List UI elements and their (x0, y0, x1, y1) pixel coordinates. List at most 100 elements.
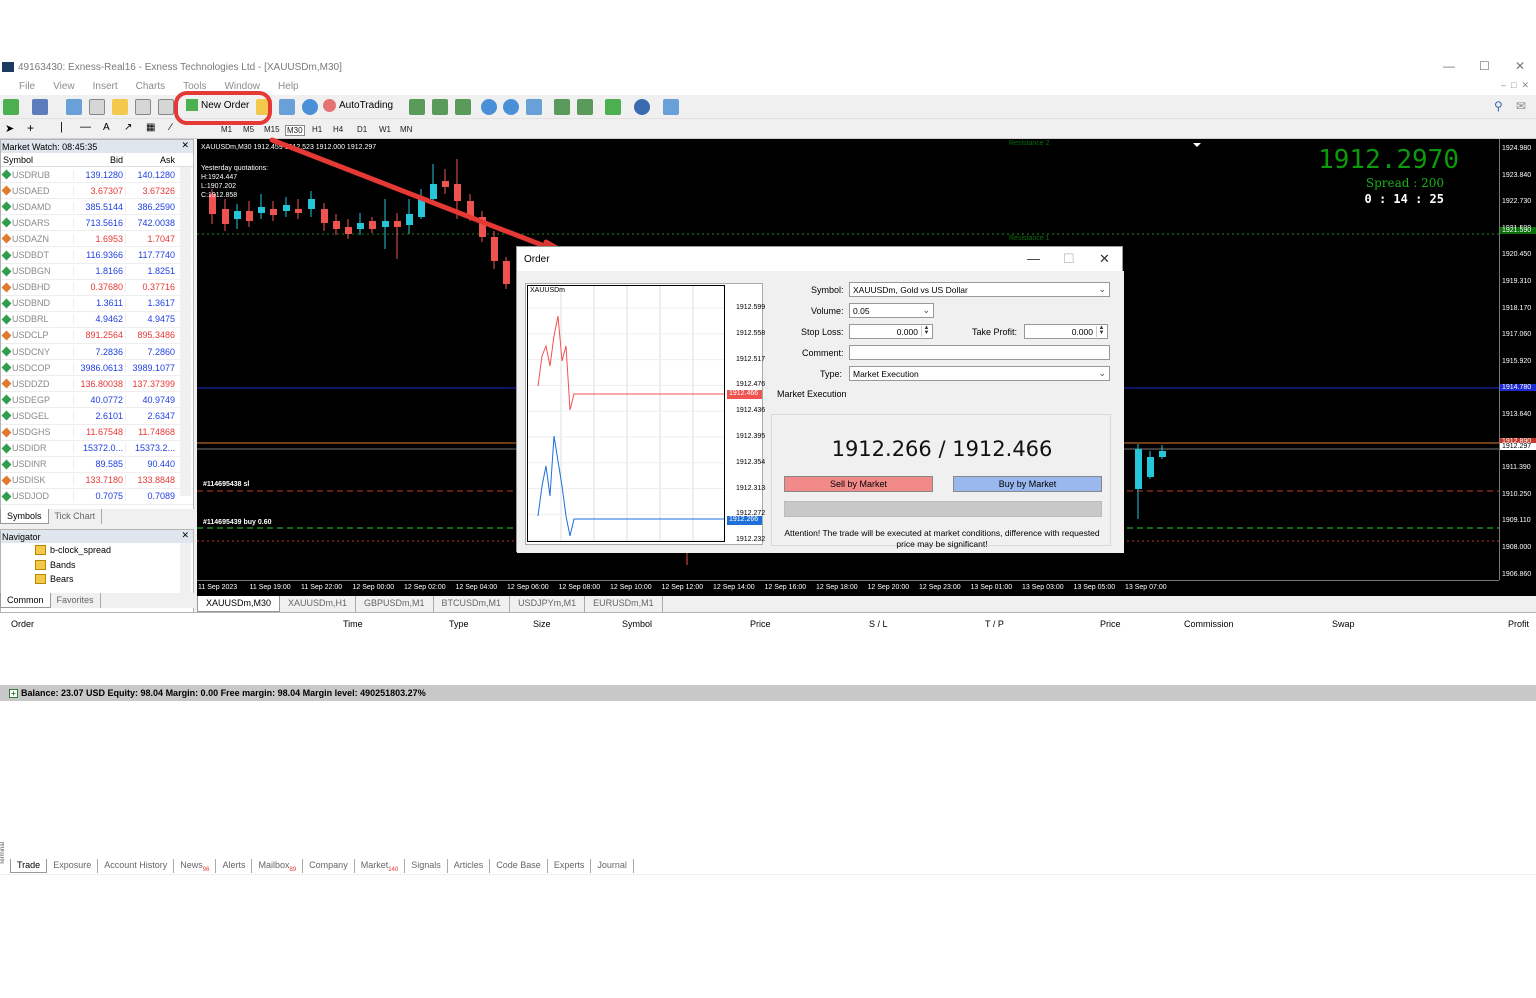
time-axis[interactable]: 11 Sep 2023 11 Sep 19:00 11 Sep 22:00 12 Se… (197, 580, 1499, 596)
market-watch-row[interactable]: USDAMD 385.5144 386.2590 (1, 199, 193, 216)
tab-tick-chart[interactable]: Tick Chart (49, 509, 103, 524)
terminal-tab[interactable]: Mailbox89 (252, 859, 304, 873)
tab-common[interactable]: Common (0, 593, 51, 608)
market-watch-row[interactable]: USDAED 3.67307 3.67326 (1, 183, 193, 200)
close-icon[interactable]: ✕ (1515, 59, 1525, 73)
terminal-icon[interactable] (135, 99, 151, 115)
strategy-tester-icon[interactable] (158, 99, 174, 115)
spinner-icon[interactable]: ▲ ▼ (921, 325, 931, 337)
market-watch-row[interactable]: USDIDR 15372.0... 15373.2... (1, 441, 193, 457)
nav-item[interactable]: Bands (1, 558, 193, 573)
periods-icon[interactable] (634, 99, 650, 115)
col-symbol[interactable]: Symbol (622, 619, 652, 629)
menu-file[interactable]: File (10, 81, 44, 92)
menu-insert[interactable]: Insert (84, 81, 127, 92)
zoom-out-icon[interactable] (503, 99, 519, 115)
nav-item[interactable]: b-clock_spread (1, 543, 193, 558)
chart-shift-icon[interactable] (554, 99, 570, 115)
chart-tab[interactable]: EURUSDm,M1 (585, 596, 663, 612)
terminal-tab[interactable]: Trade (10, 859, 48, 873)
mdi-controls[interactable]: –□✕ (1501, 80, 1534, 91)
expand-icon[interactable]: + (9, 688, 18, 698)
col-ask[interactable]: Ask (125, 155, 177, 165)
minimize-icon[interactable]: — (1027, 251, 1040, 266)
terminal-tab[interactable]: Company (303, 859, 355, 873)
col-swap[interactable]: Swap (1332, 619, 1355, 629)
menu-window[interactable]: Window (215, 81, 269, 92)
market-watch-row[interactable]: USDJOD 0.7075 0.7089 (1, 489, 193, 505)
col-tp[interactable]: T / P (985, 619, 1004, 629)
minimize-icon[interactable]: — (1443, 59, 1455, 73)
autotrading-button[interactable]: AutoTrading (323, 99, 393, 112)
chart-tab[interactable]: GBPUSDm,M1 (356, 596, 434, 612)
tf-m30[interactable]: M30 (285, 125, 305, 136)
tf-d1[interactable]: D1 (357, 125, 367, 134)
chat-icon[interactable] (279, 99, 295, 115)
market-watch-row[interactable]: USDCLP 891.2564 895.3486 (1, 328, 193, 345)
chart-tab[interactable]: XAUUSDm,H1 (280, 596, 357, 612)
market-watch-row[interactable]: USDBND 1.3611 1.3617 (1, 296, 193, 312)
col-bid[interactable]: Bid (73, 155, 125, 165)
candlesticks-icon[interactable] (432, 99, 448, 115)
stoploss-input[interactable]: 0.000 ▲ ▼ (849, 324, 933, 339)
terminal-tab[interactable]: Experts (548, 859, 592, 873)
market-watch-row[interactable]: USDCNY 7.2836 7.2860 (1, 344, 193, 361)
close-icon[interactable]: ✕ (181, 140, 189, 151)
close-icon[interactable]: ✕ (181, 530, 189, 541)
menu-help[interactable]: Help (269, 81, 308, 92)
cursor-icon[interactable]: ➤ (5, 122, 14, 135)
templates-icon[interactable] (663, 99, 679, 115)
col-sl[interactable]: S / L (869, 619, 888, 629)
terminal-tab[interactable]: Exposure (47, 859, 99, 873)
market-watch-row[interactable]: USDRUB 139.1280 140.1280 (1, 167, 193, 184)
menu-view[interactable]: View (44, 81, 84, 92)
close-icon[interactable]: ✕ (1099, 251, 1110, 267)
market-watch-row[interactable]: USDGEL 2.6101 2.6347 (1, 408, 193, 425)
col-profit[interactable]: Profit (1508, 619, 1529, 629)
terminal-tab[interactable]: News96 (174, 859, 217, 873)
col-order[interactable]: Order (11, 619, 34, 629)
tf-h1[interactable]: H1 (312, 125, 322, 134)
nav-item[interactable]: Bears (1, 572, 193, 587)
chat-bubble-icon[interactable]: ✉ (1516, 99, 1532, 115)
navigator-icon[interactable] (112, 99, 128, 115)
sell-by-market-button[interactable]: Sell by Market (784, 476, 933, 492)
col-symbol[interactable]: Symbol (1, 155, 73, 165)
spinner-icon[interactable]: ▲ ▼ (1096, 325, 1106, 337)
vertical-line-icon[interactable]: | (60, 121, 63, 133)
menu-charts[interactable]: Charts (127, 81, 174, 92)
market-watch-row[interactable]: USDISK 133.7180 133.8848 (1, 473, 193, 489)
chart-tab[interactable]: USDJPYm,M1 (510, 596, 586, 612)
trendline-icon[interactable]: ↗ (124, 122, 132, 133)
tf-m5[interactable]: M5 (243, 125, 254, 134)
tf-m15[interactable]: M15 (264, 125, 280, 134)
comment-input[interactable] (849, 345, 1110, 360)
market-watch-row[interactable]: USDINR 89.585 90.440 (1, 457, 193, 473)
maximize-icon[interactable]: ☐ (1479, 59, 1490, 73)
market-watch-scrollbar[interactable] (180, 167, 191, 496)
takeprofit-input[interactable]: 0.000 ▲ ▼ (1024, 324, 1108, 339)
market-watch-row[interactable]: USDBGN 1.8166 1.8251 (1, 264, 193, 280)
market-watch-row[interactable]: USDGHS 11.67548 11.74868 (1, 425, 193, 441)
buy-by-market-button[interactable]: Buy by Market (953, 476, 1102, 492)
horizontal-line-icon[interactable]: — (80, 121, 91, 133)
bar-chart-icon[interactable] (409, 99, 425, 115)
new-chart-icon[interactable] (3, 99, 19, 115)
market-watch-icon[interactable] (66, 99, 82, 115)
market-watch-row[interactable]: USDEGP 40.0772 40.9749 (1, 392, 193, 409)
tf-mn[interactable]: MN (400, 125, 412, 134)
label-tool-icon[interactable]: ∕ (170, 122, 172, 133)
tf-h4[interactable]: H4 (333, 125, 343, 134)
autoscroll-icon[interactable] (577, 99, 593, 115)
market-watch-row[interactable]: USDARS 713.5616 742.0038 (1, 215, 193, 232)
market-watch-row[interactable]: USDCOP 3986.0613 3989.1077 (1, 360, 193, 377)
data-window-icon[interactable] (89, 99, 105, 115)
fibonacci-icon[interactable]: ▦ (146, 122, 155, 133)
chart-tab[interactable]: BTCUSDm,M1 (434, 596, 511, 612)
terminal-tab[interactable]: Signals (405, 859, 448, 873)
crosshair-icon[interactable]: + (27, 121, 34, 135)
type-select[interactable]: Market Execution ⌄ (849, 366, 1110, 381)
terminal-tab[interactable]: Market140 (355, 859, 406, 873)
text-tool-icon[interactable]: A (103, 122, 110, 133)
zoom-in-icon[interactable] (481, 99, 497, 115)
